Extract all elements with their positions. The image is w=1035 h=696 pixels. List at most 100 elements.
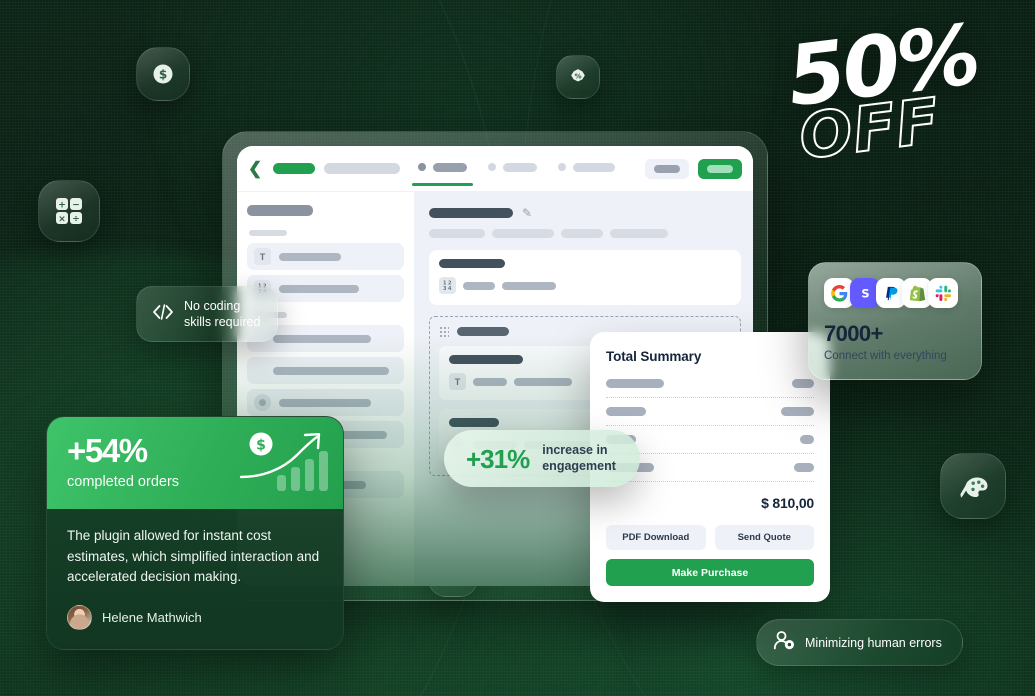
slack-logo	[928, 278, 958, 308]
growth-chart-icon: $	[239, 429, 329, 493]
make-purchase-button[interactable]: Make Purchase	[606, 559, 814, 586]
step-dot-icon	[487, 163, 496, 171]
testimonial-body: The plugin allowed for instant cost esti…	[47, 509, 343, 649]
svg-text:4: 4	[448, 286, 452, 291]
promotional-banner: $ % + − × ÷ 50% OFF ❮ T ✎ 1 2 3 4 T Tota…	[0, 0, 1035, 696]
svg-text:+: +	[58, 200, 66, 210]
no-coding-badge: No coding skills required	[136, 286, 279, 342]
summary-title: Total Summary	[606, 349, 702, 364]
drag-section-title	[457, 327, 509, 336]
testimonial-author-name: Helene Mathwich	[102, 609, 202, 625]
promo-off-text: OFF	[794, 83, 944, 175]
integration-logo-row: S	[824, 278, 966, 308]
text-icon: T	[254, 248, 271, 265]
integrations-count: 7000+	[824, 321, 883, 346]
svg-text:$: $	[159, 68, 167, 82]
engagement-line1: increase in	[542, 443, 608, 457]
drag-handle-icon[interactable]	[439, 326, 449, 337]
no-coding-line1: No coding	[184, 299, 241, 313]
pdf-download-button[interactable]: PDF Download	[606, 525, 706, 550]
engagement-badge: +31% increase in engagement	[444, 430, 640, 488]
sidebar-item-row-5[interactable]	[247, 389, 404, 416]
canvas-card: 12 34	[429, 250, 741, 305]
sidebar-item-text-field[interactable]: T	[247, 243, 404, 270]
card-field	[514, 377, 572, 386]
summary-row	[606, 407, 814, 426]
percent-badge-tile: %	[556, 55, 600, 99]
canvas-chip[interactable]	[561, 229, 603, 238]
summary-total-amount: $ 810,00	[761, 495, 814, 511]
human-errors-label: Minimizing human errors	[805, 635, 942, 650]
sidebar-item-label	[279, 398, 371, 407]
svg-text:$: $	[256, 437, 266, 453]
user-gear-icon	[773, 630, 795, 655]
canvas-chip[interactable]	[610, 229, 668, 238]
summary-row-value	[800, 435, 814, 444]
sidebar-item-label	[279, 284, 359, 293]
toolbar-title-pill	[323, 163, 400, 174]
sidebar-item-label	[273, 366, 389, 375]
summary-row-label	[606, 379, 664, 388]
svg-text:÷: ÷	[72, 214, 80, 224]
no-coding-line2: skills required	[184, 315, 261, 329]
testimonial-card: +54% completed orders $ The plugin allow…	[46, 416, 344, 650]
calculator-tile: + − × ÷	[38, 180, 100, 242]
pencil-icon[interactable]: ✎	[522, 207, 532, 219]
step-label	[572, 162, 615, 172]
toolbar-active-pill[interactable]	[273, 163, 315, 174]
card-field	[502, 281, 556, 290]
sidebar-item-label	[273, 334, 371, 343]
card-field	[473, 377, 507, 386]
code-icon	[152, 303, 174, 326]
step-dot-icon	[557, 163, 566, 171]
sidebar-item-row-4[interactable]	[247, 357, 404, 384]
human-errors-badge: Minimizing human errors	[756, 619, 963, 666]
step-indicator-2[interactable]	[487, 162, 537, 175]
testimonial-quote: The plugin allowed for instant cost esti…	[67, 528, 320, 585]
avatar	[67, 604, 92, 630]
dollar-coin-tile: $	[136, 47, 190, 101]
calculator-icon: + − × ÷	[53, 195, 85, 227]
step-indicator-3[interactable]	[557, 162, 615, 175]
send-quote-button[interactable]: Send Quote	[714, 525, 814, 550]
integrations-tagline: Connect with everything	[824, 350, 947, 362]
canvas-chip[interactable]	[492, 229, 554, 238]
testimonial-author-row: Helene Mathwich	[67, 604, 323, 630]
promo-percent: 50%	[782, 5, 983, 126]
paint-palette-tile	[940, 453, 1006, 519]
radio-icon	[254, 394, 271, 411]
summary-row	[606, 379, 814, 398]
svg-text:×: ×	[58, 214, 66, 224]
canvas-chip-row	[429, 229, 741, 238]
toolbar-secondary-button[interactable]	[645, 158, 689, 179]
step-indicator-1[interactable]	[411, 162, 473, 186]
canvas-header: ✎	[429, 207, 741, 219]
step-dot-icon	[417, 163, 426, 171]
engagement-line2: engagement	[542, 458, 616, 473]
card-row: 12 34	[439, 277, 731, 294]
svg-text:3: 3	[443, 286, 447, 291]
testimonial-stat-header: +54% completed orders $	[47, 417, 343, 509]
app-toolbar: ❮	[237, 146, 753, 192]
summary-row-value	[794, 463, 814, 472]
step-label	[502, 162, 537, 172]
card-title	[439, 259, 505, 268]
number-icon: 12 34	[439, 277, 456, 294]
integrations-card: S 7000+ Connect with everything	[808, 262, 982, 380]
sidebar-item-label	[279, 252, 341, 261]
promo-headline: 50% OFF	[782, 5, 1035, 239]
engagement-label: increase in engagement	[542, 443, 616, 474]
engagement-stat: +31%	[466, 443, 530, 474]
percent-badge-icon: %	[568, 67, 588, 87]
card-field	[463, 281, 495, 290]
svg-text:−: −	[72, 200, 80, 210]
card-title	[449, 355, 523, 364]
step-label	[432, 162, 467, 172]
summary-row-value	[792, 379, 814, 388]
summary-row-value	[781, 407, 814, 416]
toolbar-primary-button[interactable]	[698, 158, 742, 179]
chevron-left-icon[interactable]: ❮	[248, 160, 262, 177]
canvas-title	[429, 208, 513, 218]
canvas-chip[interactable]	[429, 229, 485, 238]
summary-row-label	[606, 407, 646, 416]
